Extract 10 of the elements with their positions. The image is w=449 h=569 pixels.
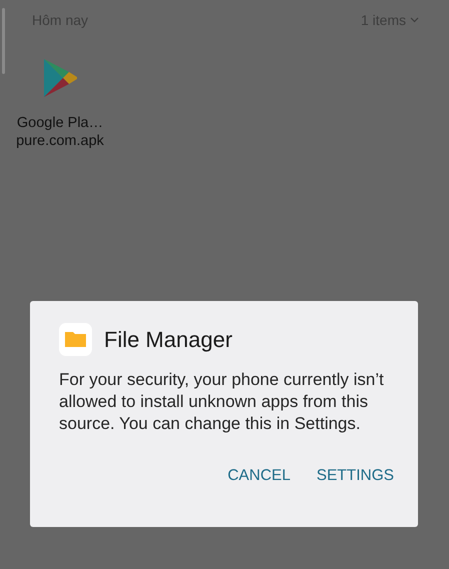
dialog-title: File Manager xyxy=(104,326,232,352)
file-name: pure.com.apk xyxy=(16,132,104,150)
scroll-bar xyxy=(2,8,5,74)
file-name: Google Pla… xyxy=(16,114,104,132)
settings-button[interactable]: SETTINGS xyxy=(308,461,402,491)
cancel-button[interactable]: CANCEL xyxy=(220,461,298,491)
play-triangle-icon[interactable] xyxy=(42,58,78,98)
dialog-message: For your security, your phone currently isn’t allowed to install unknown apps from this source. You can change this in Settings. xyxy=(59,369,385,435)
chevron-down-icon xyxy=(410,17,419,23)
folder-icon xyxy=(59,323,92,356)
